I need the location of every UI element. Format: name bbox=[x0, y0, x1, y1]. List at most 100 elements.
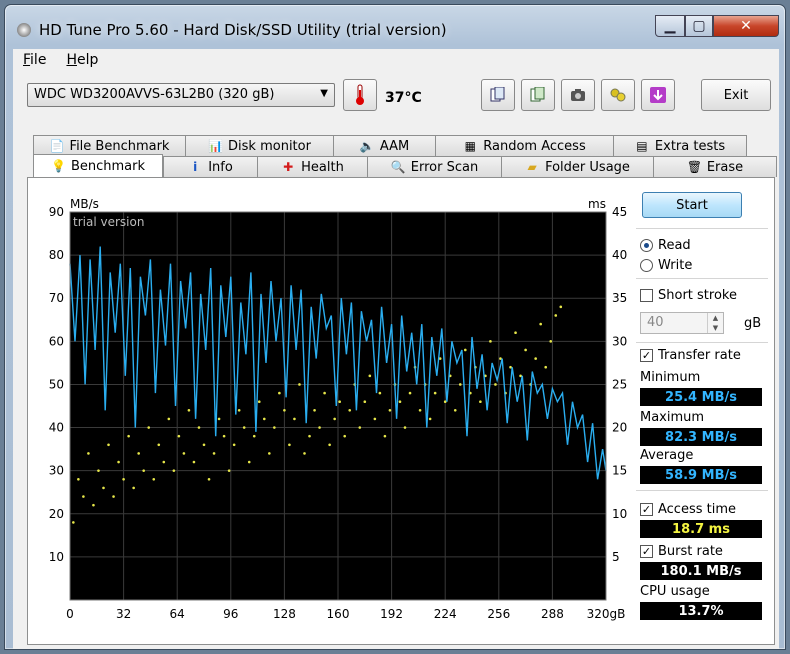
cpu-usage-value: 13.7% bbox=[640, 602, 762, 620]
tab-row-upper: 📄 File Benchmark 📊 Disk monitor 🔈 AAM ▦ Rand… bbox=[33, 135, 747, 156]
transfer-rate-checkbox[interactable]: ✓ Transfer rate bbox=[640, 348, 741, 363]
y-right-axis-label: ms bbox=[588, 197, 606, 211]
tab-file-benchmark[interactable]: 📄 File Benchmark bbox=[33, 135, 185, 156]
access-time-point bbox=[127, 434, 130, 438]
tab-error-scan[interactable]: 🔍 Error Scan bbox=[367, 156, 501, 177]
y-right-tick-label: 30 bbox=[612, 334, 627, 348]
access-time-checkbox[interactable]: ✓ Access time bbox=[640, 502, 736, 517]
access-time-point bbox=[373, 417, 377, 421]
speaker-icon: 🔈 bbox=[359, 139, 375, 153]
access-time-point bbox=[479, 400, 482, 403]
drive-select-value: WDC WD3200AVVS-63L2B0 (320 gB) bbox=[34, 87, 275, 102]
window-title: HD Tune Pro 5.60 - Hard Disk/SSD Utility… bbox=[39, 21, 447, 39]
temperature-button[interactable] bbox=[343, 79, 377, 111]
tab-random-access[interactable]: ▦ Random Access bbox=[435, 135, 613, 156]
title-bar[interactable]: HD Tune Pro 5.60 - Hard Disk/SSD Utility… bbox=[5, 5, 785, 45]
tab-folder-usage[interactable]: ▰ Folder Usage bbox=[501, 156, 653, 177]
y-right-tick-label: 45 bbox=[612, 205, 627, 219]
menu-file[interactable]: File bbox=[13, 52, 56, 68]
access-time-point bbox=[72, 521, 75, 524]
tab-label: Health bbox=[301, 159, 344, 175]
transfer-rate-label: Transfer rate bbox=[658, 348, 741, 363]
y-left-tick-label: 40 bbox=[49, 421, 64, 435]
tab-label: Random Access bbox=[483, 138, 586, 154]
maximum-value: 82.3 MB/s bbox=[640, 428, 762, 446]
maximize-button[interactable]: ▢ bbox=[685, 15, 713, 37]
radio-read-indicator bbox=[640, 239, 653, 252]
access-time-point bbox=[308, 434, 311, 438]
access-time-point bbox=[298, 383, 301, 386]
access-time-value: 18.7 ms bbox=[640, 520, 762, 538]
spinner-arrows-icon[interactable]: ▲ ▼ bbox=[707, 313, 723, 333]
x-tick-label: 64 bbox=[170, 607, 185, 621]
short-stroke-spinner[interactable]: 40 ▲ ▼ bbox=[640, 312, 724, 334]
save-button[interactable] bbox=[641, 79, 675, 111]
copy-screen-button[interactable] bbox=[521, 79, 555, 111]
close-button[interactable]: ✕ bbox=[713, 15, 779, 37]
short-stroke-checkbox[interactable]: Short stroke bbox=[640, 288, 737, 303]
menu-help[interactable]: Help bbox=[56, 52, 108, 68]
tab-disk-monitor[interactable]: 📊 Disk monitor bbox=[185, 135, 333, 156]
benchmark-panel: 0 32 64 96 128 160 192 224 256 288 320gB 10 20 30 40 50… bbox=[27, 177, 775, 645]
extra-tests-icon: ▤ bbox=[636, 139, 648, 153]
benchmark-icon: 💡 bbox=[50, 159, 66, 173]
exit-button[interactable]: Exit bbox=[701, 79, 771, 111]
access-time-point bbox=[117, 460, 120, 464]
drive-select[interactable]: WDC WD3200AVVS-63L2B0 (320 gB) ▼ bbox=[27, 83, 335, 107]
burst-rate-label: Burst rate bbox=[658, 544, 723, 559]
tab-info[interactable]: i Info bbox=[163, 156, 257, 177]
access-time-point bbox=[268, 452, 271, 455]
write-label: Write bbox=[658, 258, 693, 273]
access-time-point bbox=[293, 417, 296, 421]
access-time-point bbox=[222, 434, 226, 438]
access-time-point bbox=[247, 460, 251, 464]
access-time-point bbox=[237, 409, 241, 412]
access-time-point bbox=[378, 391, 382, 395]
y-left-tick-label: 60 bbox=[49, 334, 64, 348]
tab-health[interactable]: ✚ Health bbox=[257, 156, 367, 177]
magnifier-icon: 🔍 bbox=[390, 160, 406, 174]
access-time-point bbox=[368, 374, 372, 378]
divider bbox=[636, 342, 768, 343]
minimize-button[interactable]: ▁ bbox=[655, 15, 685, 37]
access-time-point bbox=[207, 477, 211, 481]
access-time-point bbox=[217, 417, 221, 421]
tab-aam[interactable]: 🔈 AAM bbox=[333, 135, 435, 156]
y-left-tick-label: 50 bbox=[49, 377, 64, 391]
burst-rate-checkbox[interactable]: ✓ Burst rate bbox=[640, 544, 723, 559]
tab-label: File Benchmark bbox=[69, 138, 170, 154]
y-left-tick-label: 10 bbox=[49, 550, 64, 564]
access-time-point bbox=[252, 434, 256, 438]
checkbox-box: ✓ bbox=[640, 545, 653, 558]
access-time-point bbox=[197, 426, 201, 429]
copy-text-button[interactable] bbox=[481, 79, 515, 111]
info-icon: i bbox=[193, 160, 198, 174]
access-time-point bbox=[112, 495, 115, 498]
short-stroke-label: Short stroke bbox=[658, 288, 737, 303]
copy-text-icon bbox=[490, 87, 505, 102]
start-button[interactable]: Start bbox=[642, 192, 742, 218]
access-time-point bbox=[554, 314, 558, 317]
tab-erase[interactable]: 🗑 Erase bbox=[653, 156, 777, 177]
access-time-point bbox=[514, 331, 517, 335]
tab-label: Error Scan bbox=[410, 159, 479, 175]
tab-benchmark[interactable]: 💡 Benchmark bbox=[33, 154, 163, 177]
temperature-value: 37°C bbox=[385, 90, 422, 106]
screenshot-button[interactable] bbox=[561, 79, 595, 111]
access-time-point bbox=[263, 417, 266, 421]
divider bbox=[636, 490, 768, 491]
disk-monitor-icon: 📊 bbox=[208, 139, 223, 153]
divider bbox=[636, 278, 768, 279]
access-time-point bbox=[403, 426, 407, 429]
options-button[interactable] bbox=[601, 79, 635, 111]
tab-extra-tests[interactable]: ▤ Extra tests bbox=[613, 135, 747, 156]
write-radio[interactable]: Write bbox=[640, 258, 692, 273]
tab-label: Benchmark bbox=[70, 158, 146, 174]
access-time-point bbox=[458, 383, 462, 386]
read-radio[interactable]: Read bbox=[640, 238, 691, 253]
access-time-point bbox=[257, 400, 261, 403]
access-time-point bbox=[142, 469, 145, 472]
access-time-point bbox=[182, 452, 186, 455]
access-time-point bbox=[408, 391, 412, 395]
x-tick-label: 224 bbox=[434, 607, 457, 621]
